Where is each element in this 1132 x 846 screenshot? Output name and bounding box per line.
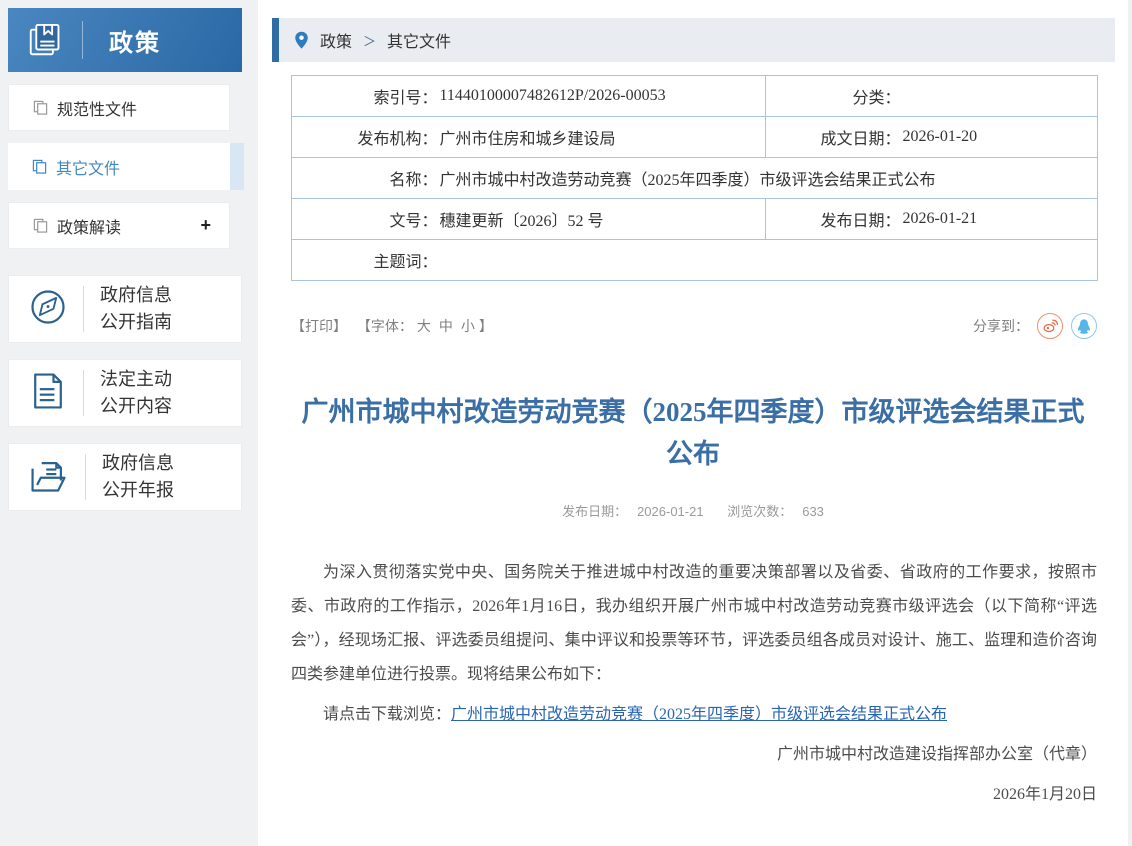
card-divider [85, 454, 86, 500]
article-publish-date: 发布日期： 2026-01-21 [557, 504, 709, 519]
document-icon [27, 370, 69, 417]
sidebar-title: 政策 [109, 29, 161, 57]
card-label: 法定主动 公开内容 [100, 366, 172, 420]
sidebar-item-label: 规范性文件 [57, 101, 138, 119]
compass-icon [27, 286, 69, 333]
sidebar-card-annual-report[interactable]: 政府信息 公开年报 [8, 443, 242, 511]
share-label: 分享到： [973, 318, 1029, 334]
download-line: 请点击下载浏览：广州市城中村改造劳动竞赛（2025年四季度）市级评选会结果正式公… [291, 698, 1097, 732]
card-label-line1: 政府信息 [100, 285, 172, 305]
table-row: 文号： 穗建更新〔2026〕52 号 发布日期： 2026-01-21 [291, 198, 1098, 240]
card-label-line1: 法定主动 [100, 369, 172, 389]
open-folder-icon [27, 454, 71, 501]
header-divider [82, 21, 83, 59]
policy-detail-page: 政策 规范性文件 其它文件 政策解读 + 政府信息 公开指南 法定主动 公开内容… [0, 0, 1132, 846]
share-qq-button[interactable] [1071, 313, 1097, 339]
name-value: 广州市城中村改造劳动竞赛（2025年四季度）市级评选会结果正式公布 [437, 157, 1098, 199]
article-paragraph: 为深入贯彻落实党中央、国务院关于推进城中村改造的重要决策部署以及省委、省政府的工… [291, 564, 1097, 683]
keywords-value [437, 239, 1098, 281]
card-label-line2: 公开指南 [100, 312, 172, 332]
print-button[interactable]: 【打印】 [291, 318, 347, 334]
share-weibo-button[interactable] [1037, 313, 1063, 339]
article-title: 广州市城中村改造劳动竞赛（2025年四季度）市级评选会结果正式公布 [301, 397, 1085, 469]
card-label: 政府信息 公开指南 [100, 282, 172, 336]
location-pin-icon [295, 31, 308, 49]
written-date-value: 2026-01-20 [900, 116, 1098, 158]
font-size-small-button[interactable]: 小 [461, 318, 475, 334]
expand-plus-icon[interactable]: + [200, 215, 211, 236]
category-value [900, 75, 1098, 117]
written-date-label: 成文日期： [765, 116, 901, 158]
table-row: 发布机构： 广州市住房和城乡建设局 成文日期： 2026-01-20 [291, 116, 1098, 158]
signature-line: 广州市城中村改造建设指挥部办公室（代章） [776, 746, 1097, 763]
publish-date-value: 2026-01-21 [637, 504, 704, 519]
font-size-controls: 大中小 [413, 318, 479, 334]
index-number-value: 11440100007482612P/2026-00053 [437, 75, 766, 117]
sidebar-item-normative-documents[interactable]: 规范性文件 [8, 84, 230, 131]
index-number-label: 索引号： [291, 75, 438, 117]
sidebar-card-statutory-disclosure[interactable]: 法定主动 公开内容 [8, 359, 242, 427]
sidebar: 政策 规范性文件 其它文件 政策解读 + 政府信息 公开指南 法定主动 公开内容… [8, 8, 244, 511]
policy-book-icon [8, 21, 82, 59]
document-meta-table: 索引号： 11440100007482612P/2026-00053 分类： 发… [291, 75, 1098, 281]
publish-date-label: 发布日期： [765, 198, 901, 240]
article-meta-line: 发布日期： 2026-01-21 浏览次数： 633 [258, 501, 1128, 520]
download-attachment-link[interactable]: 广州市城中村改造劳动竞赛（2025年四季度）市级评选会结果正式公布 [451, 706, 947, 723]
table-row: 索引号： 11440100007482612P/2026-00053 分类： [291, 75, 1098, 117]
font-size-prefix: 【字体： [356, 318, 413, 334]
card-label-line1: 政府信息 [102, 453, 174, 473]
sidebar-item-policy-interpretation[interactable]: 政策解读 + [8, 202, 230, 249]
breadcrumb: 政策 ＞ 其它文件 [272, 18, 1115, 62]
download-prompt: 请点击下载浏览： [323, 706, 452, 723]
font-size-suffix: 】 [478, 318, 493, 334]
keywords-label: 主题词： [291, 239, 438, 281]
breadcrumb-current-link[interactable]: 其它文件 [387, 28, 451, 52]
font-size-large-button[interactable]: 大 [417, 318, 431, 334]
card-label-line2: 公开年报 [102, 480, 174, 500]
pages-icon [33, 218, 48, 233]
card-label-line2: 公开内容 [100, 396, 172, 416]
card-divider [83, 286, 84, 332]
sidebar-header: 政策 [8, 8, 242, 72]
weibo-icon [1043, 319, 1059, 333]
card-divider [83, 370, 84, 416]
doc-number-value: 穗建更新〔2026〕52 号 [437, 198, 766, 240]
sidebar-item-label: 其它文件 [56, 160, 121, 178]
article-body: 为深入贯彻落实党中央、国务院关于推进城中村改造的重要决策部署以及省委、省政府的工… [291, 556, 1097, 812]
views-value: 633 [802, 504, 824, 519]
views-label: 浏览次数： [727, 504, 793, 519]
card-label: 政府信息 公开年报 [102, 450, 174, 504]
qq-penguin-icon [1077, 319, 1091, 334]
font-size-medium-button[interactable]: 中 [439, 318, 453, 334]
main-content: 政策 ＞ 其它文件 索引号： 11440100007482612P/2026-0… [258, 0, 1128, 812]
pages-icon [32, 159, 47, 174]
doc-number-label: 文号： [291, 198, 438, 240]
sidebar-item-other-documents[interactable]: 其它文件 [8, 143, 244, 190]
share-bar: 分享到： [973, 313, 1097, 339]
table-row: 主题词： [291, 239, 1098, 281]
breadcrumb-root-link[interactable]: 政策 [320, 28, 352, 52]
category-label: 分类： [765, 75, 901, 117]
sign-date-line: 2026年1月20日 [992, 786, 1097, 803]
name-label: 名称： [291, 157, 438, 199]
sidebar-item-label: 政策解读 [57, 219, 122, 237]
publish-date-value: 2026-01-21 [900, 198, 1098, 240]
article-view-count: 浏览次数： 633 [722, 504, 829, 519]
sidebar-card-gov-info-guide[interactable]: 政府信息 公开指南 [8, 275, 242, 343]
agency-label: 发布机构： [291, 116, 438, 158]
article-toolbar: 【打印】 【字体：大中小】 分享到： [291, 313, 1097, 339]
publish-date-label: 发布日期： [562, 504, 628, 519]
table-row: 名称： 广州市城中村改造劳动竞赛（2025年四季度）市级评选会结果正式公布 [291, 157, 1098, 199]
agency-value: 广州市住房和城乡建设局 [437, 116, 766, 158]
pages-icon [33, 100, 48, 115]
breadcrumb-separator: ＞ [363, 33, 377, 49]
print-font-controls: 【打印】 【字体：大中小】 [291, 316, 493, 336]
